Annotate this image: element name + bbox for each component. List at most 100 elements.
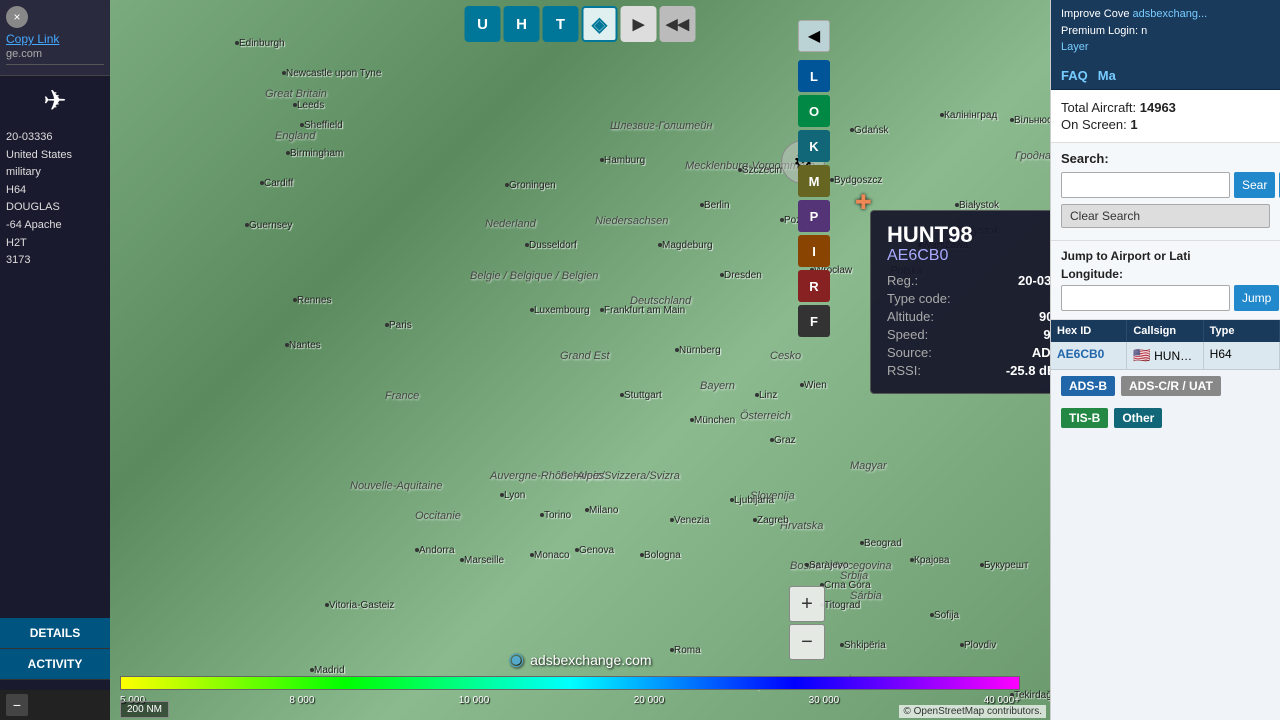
city-dot [860, 541, 864, 545]
city-dot [285, 343, 289, 347]
source-other: Other [1114, 408, 1162, 428]
zoom-in-button[interactable]: + [789, 586, 825, 622]
map-area[interactable]: Great BritainEnglandNederlandBelgie / Be… [110, 0, 1050, 720]
toolbar-btn-t[interactable]: T [543, 6, 579, 42]
table-header: Hex ID Callsign Type [1051, 320, 1280, 342]
search-button[interactable]: Sear [1234, 172, 1275, 198]
popup-rssi-label: RSSI: [887, 363, 921, 378]
left-panel: × Copy Link ge.com ✈ 20-03336 United Sta… [0, 0, 110, 720]
copy-link[interactable]: Copy Link [6, 32, 104, 46]
faq-link[interactable]: FAQ [1061, 68, 1088, 83]
map-btn-i[interactable]: I [798, 235, 830, 267]
popup-speed-label: Speed: [887, 327, 928, 342]
aircraft-sub: -64 Apache [6, 217, 104, 235]
city-dot [585, 508, 589, 512]
collapse-button[interactable]: ◀ [798, 20, 830, 52]
bar-label-3: 20 000 [634, 695, 665, 706]
copyright-text: © OpenStreetMap contributors. [903, 706, 1042, 717]
city-dot [800, 383, 804, 387]
squawk-val: 3173 [6, 252, 104, 270]
zoom-minus-left[interactable]: − [6, 694, 28, 716]
layer-link[interactable]: Layer [1061, 41, 1089, 53]
bar-label-4: 30 000 [809, 695, 840, 706]
city-dot [260, 181, 264, 185]
source-tags-row: ADS-B ADS-C/R / UAT [1051, 370, 1280, 402]
toolbar-btn-layer[interactable]: ◈ [582, 6, 618, 42]
city-dot [505, 183, 509, 187]
jump-section: Jump to Airport or Lati Longitude: Jump [1051, 241, 1280, 320]
map-toolbar: U H T ◈ ▶ ◀◀ [465, 6, 696, 42]
zoom-out-button[interactable]: − [789, 624, 825, 660]
city-dot [690, 418, 694, 422]
city-dot [850, 128, 854, 132]
jump-row: Jump [1061, 285, 1270, 311]
right-panel-header: Improve Cove adsbexchang... Premium Logi… [1051, 0, 1280, 62]
premium-login: Premium Login: n [1061, 23, 1270, 40]
close-button[interactable]: × [6, 6, 28, 28]
toolbar-btn-next[interactable]: ▶ [621, 6, 657, 42]
city-dot [415, 548, 419, 552]
tab-activity[interactable]: ACTIVITY [0, 649, 110, 680]
aircraft-name: DOUGLAS [6, 199, 104, 217]
search-row: Sear Filters [1061, 172, 1270, 198]
right-letter-buttons: L O K M P I R F [798, 60, 830, 337]
th-callsign: Callsign [1127, 320, 1203, 342]
copyright: © OpenStreetMap contributors. [899, 705, 1046, 718]
city-dot [960, 643, 964, 647]
map-btn-k[interactable]: K [798, 130, 830, 162]
onscreen-value: 1 [1130, 117, 1137, 132]
map-btn-r[interactable]: R [798, 270, 830, 302]
city-dot [540, 513, 544, 517]
map-btn-o[interactable]: O [798, 95, 830, 127]
domain-text: ge.com [6, 48, 42, 60]
city-dot [293, 103, 297, 107]
map-btn-m[interactable]: M [798, 165, 830, 197]
source-tags-row-2: TIS-B Other [1051, 402, 1280, 434]
city-dot [460, 558, 464, 562]
popup-alt-label: Altitude: [887, 309, 934, 324]
toolbar-btn-u[interactable]: U [465, 6, 501, 42]
city-dot [940, 113, 944, 117]
logo-text: adsbexchange.com [530, 652, 651, 668]
city-dot [235, 41, 239, 45]
table-row[interactable]: AE6CB0 🇺🇸 HUNT98 H64 [1051, 342, 1280, 370]
popup-type-val: H64 [1049, 291, 1050, 306]
map-btn-l[interactable]: L [798, 60, 830, 92]
map-btn-f[interactable]: F [798, 305, 830, 337]
country-value: United States [6, 147, 104, 165]
aircraft-marker[interactable]: ✚ [855, 190, 875, 210]
search-input[interactable] [1061, 172, 1230, 198]
city-dot [753, 518, 757, 522]
city-dot [830, 178, 834, 182]
tab-details[interactable]: DETAILS [0, 618, 110, 649]
jump-button[interactable]: Jump [1234, 285, 1279, 311]
city-dot [720, 273, 724, 277]
popup-rssi-val: -25.8 dBFS [1006, 363, 1050, 378]
city-dot [910, 558, 914, 562]
jump-input[interactable] [1061, 285, 1230, 311]
popup-type-label: Type code: [887, 291, 951, 306]
map-btn-p[interactable]: P [798, 200, 830, 232]
popup-source-val: ADS-B [1032, 345, 1050, 360]
toolbar-btn-h[interactable]: H [504, 6, 540, 42]
city-dot [300, 123, 304, 127]
toolbar-btn-prev[interactable]: ◀◀ [660, 6, 696, 42]
zoom-row: − [0, 690, 110, 720]
city-dot [738, 168, 742, 172]
stats-section: Total Aircraft: 14963 On Screen: 1 [1051, 90, 1280, 143]
city-dot [525, 243, 529, 247]
popup-alt-val: 900 ft [1039, 309, 1050, 324]
clear-search-button[interactable]: Clear Search [1061, 204, 1270, 228]
city-dot [730, 498, 734, 502]
map-link[interactable]: Ma [1098, 68, 1116, 83]
city-dot [755, 393, 759, 397]
popup-source-label: Source: [887, 345, 932, 360]
city-dot [600, 308, 604, 312]
city-dot [658, 243, 662, 247]
adsbexchange-link[interactable]: adsbexchang... [1133, 8, 1208, 20]
right-panel-nav-links: FAQ Ma [1051, 62, 1280, 90]
th-hex: Hex ID [1051, 320, 1127, 342]
city-dot [620, 393, 624, 397]
city-dot [675, 348, 679, 352]
city-dot [805, 563, 809, 567]
